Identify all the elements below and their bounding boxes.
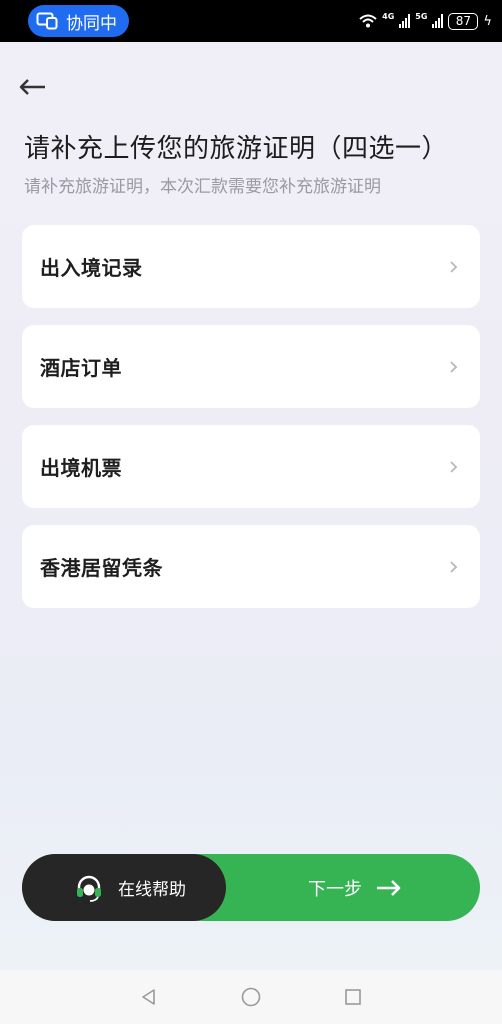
page-title: 请补充上传您的旅游证明（四选一） xyxy=(24,134,449,164)
back-arrow-icon xyxy=(19,79,45,95)
option-label: 香港居留凭条 xyxy=(40,556,163,580)
square-recents-icon xyxy=(345,989,361,1005)
circle-home-icon xyxy=(241,987,261,1007)
nav-recents-button[interactable] xyxy=(341,985,365,1009)
triangle-back-icon xyxy=(142,989,155,1005)
option-label: 出入境记录 xyxy=(40,256,143,280)
signal-icon xyxy=(399,14,411,28)
network-type-2: 5G xyxy=(415,11,428,21)
online-help-button[interactable]: 在线帮助 xyxy=(22,854,226,921)
option-label: 出境机票 xyxy=(40,456,122,480)
collab-label: 协同中 xyxy=(66,13,117,34)
screen-share-icon xyxy=(36,12,58,30)
online-help-label: 在线帮助 xyxy=(118,880,186,900)
chevron-right-icon xyxy=(450,460,458,473)
system-nav-bar xyxy=(0,970,502,1024)
wifi-icon xyxy=(359,14,377,28)
option-flight-ticket[interactable]: 出境机票 xyxy=(22,425,480,508)
status-bar: 协同中 4G 5G 87 ϟ xyxy=(0,0,502,42)
back-button[interactable] xyxy=(18,72,48,102)
next-step-label: 下一步 xyxy=(308,878,362,900)
bottom-actions: 下一步 在线帮助 xyxy=(22,854,480,921)
chevron-right-icon xyxy=(450,260,458,273)
chevron-right-icon xyxy=(450,560,458,573)
option-hk-residence-slip[interactable]: 香港居留凭条 xyxy=(22,525,480,608)
network-type-1: 4G xyxy=(382,11,395,21)
arrow-right-icon xyxy=(377,879,401,896)
option-hotel-order[interactable]: 酒店订单 xyxy=(22,325,480,408)
charging-icon: ϟ xyxy=(483,13,492,29)
battery-icon: 87 xyxy=(448,12,479,30)
signal-icon xyxy=(432,14,444,28)
status-icons: 4G 5G 87 ϟ xyxy=(359,11,492,30)
chevron-right-icon xyxy=(450,360,458,373)
page-subtitle: 请补充旅游证明，本次汇款需要您补充旅游证明 xyxy=(24,177,381,197)
nav-home-button[interactable] xyxy=(239,985,263,1009)
headset-icon xyxy=(77,875,101,902)
collab-indicator[interactable]: 协同中 xyxy=(28,5,129,37)
option-entry-exit-record[interactable]: 出入境记录 xyxy=(22,225,480,308)
option-label: 酒店订单 xyxy=(40,356,122,380)
nav-back-button[interactable] xyxy=(137,985,161,1009)
